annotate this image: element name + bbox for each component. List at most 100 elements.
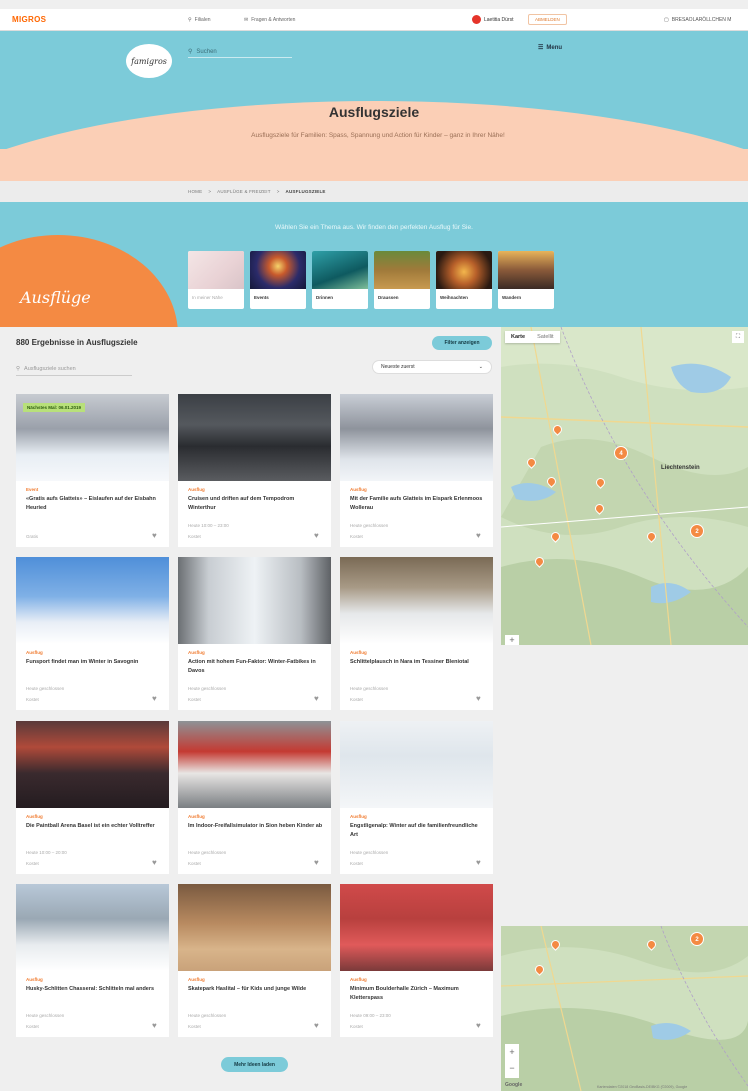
chevron-down-icon: ⌄ xyxy=(478,364,483,370)
filter-button[interactable]: Filter anzeigen xyxy=(432,336,492,350)
famigros-logo[interactable]: famigros xyxy=(126,44,172,78)
result-card[interactable]: Ausflug Cruisen und driften auf dem Temp… xyxy=(178,394,331,547)
migros-logo[interactable]: MIGROS xyxy=(12,15,46,24)
card-image xyxy=(340,394,493,481)
heart-icon[interactable]: ♥ xyxy=(476,1021,481,1030)
theme-tile-image xyxy=(188,251,244,289)
result-card[interactable]: Ausflug Minimum Boulderhalle Zürich – Ma… xyxy=(340,884,493,1037)
heart-icon[interactable]: ♥ xyxy=(152,1021,157,1030)
results-map[interactable]: Karte Satellit ⛶ Liechtenstein 4 2 + xyxy=(501,327,748,645)
card-category: Ausflug xyxy=(26,650,43,655)
result-card[interactable]: Ausflug Schlittelplausch in Nara im Tess… xyxy=(340,557,493,710)
result-card[interactable]: Nächstes Mal: 06.01.2019 Event «Gratis a… xyxy=(16,394,169,547)
user-profile[interactable]: Laetitia Dürst xyxy=(472,15,513,24)
faq-label: Fragen & Antworten xyxy=(251,17,296,23)
map-cluster[interactable]: 2 xyxy=(690,932,704,946)
theme-tile-christmas[interactable]: Weihnachten xyxy=(436,251,492,309)
card-image xyxy=(340,721,493,808)
theme-tile-label: Drinnen xyxy=(316,295,334,300)
result-card[interactable]: Ausflug Mit der Familie aufs Glatteis im… xyxy=(340,394,493,547)
location-pin-icon: ⚲ xyxy=(188,17,192,23)
card-title: Cruisen und driften auf dem Tempodrom Wi… xyxy=(188,496,295,511)
load-more-button[interactable]: Mehr Ideen laden xyxy=(221,1057,288,1072)
filialen-link[interactable]: ⚲ Filialen xyxy=(188,17,211,23)
theme-tile-hiking[interactable]: Wandern xyxy=(498,251,554,309)
cart-link[interactable]: ▢ BRESAOLARÖLLCHEN M xyxy=(664,17,731,23)
breadcrumb-home[interactable]: HOME xyxy=(188,189,202,194)
card-price: Kostet xyxy=(188,861,201,866)
card-price: Kostet xyxy=(188,697,201,702)
card-title: Skatepark Haslital – für Kids und junge … xyxy=(188,986,307,992)
heart-icon[interactable]: ♥ xyxy=(152,694,157,703)
heart-icon[interactable]: ♥ xyxy=(152,531,157,540)
result-card[interactable]: Ausflug Action mit hohem Fun-Faktor: Win… xyxy=(178,557,331,710)
card-title: Die Paintball Arena Basel ist ein echter… xyxy=(26,823,155,829)
zoom-in-button[interactable]: + xyxy=(505,1044,519,1060)
card-image xyxy=(178,557,331,644)
results-search-input[interactable]: ⚲ Ausflugsziele suchen xyxy=(16,362,132,376)
heart-icon[interactable]: ♥ xyxy=(314,531,319,540)
card-opening-hours: Heute geschlossen xyxy=(188,850,227,855)
card-title: Action mit hohem Fun-Faktor: Winter-Fatb… xyxy=(188,659,316,674)
breadcrumb-ausfluege[interactable]: AUSFLÜGE & FREIZEIT xyxy=(217,189,271,194)
card-category: Event xyxy=(26,487,39,492)
hero-peach-fill xyxy=(0,149,748,181)
fullscreen-icon[interactable]: ⛶ xyxy=(732,331,744,343)
site-search[interactable]: ⚲ Suchen xyxy=(188,46,292,58)
card-opening-hours: Heute geschlossen xyxy=(188,686,227,691)
theme-tiles: In meiner Nähe Events Drinnen Draussen W… xyxy=(188,251,554,309)
heart-icon[interactable]: ♥ xyxy=(314,694,319,703)
card-price: Gratis xyxy=(26,534,39,539)
card-price: Kostet xyxy=(350,1024,363,1029)
menu-button[interactable]: ☰ Menu xyxy=(538,44,562,52)
heart-icon[interactable]: ♥ xyxy=(476,858,481,867)
result-card[interactable]: Ausflug Engstligenalp: Winter auf die fa… xyxy=(340,721,493,874)
map-cluster[interactable]: 2 xyxy=(690,524,704,538)
card-opening-hours: Heute geschlossen xyxy=(350,523,389,528)
result-card[interactable]: Ausflug Husky-Schlitten Chasseral: Schli… xyxy=(16,884,169,1037)
theme-tile-events[interactable]: Events xyxy=(250,251,306,309)
map-tab-satellit[interactable]: Satellit xyxy=(531,331,560,343)
zoom-in-button[interactable]: + xyxy=(505,635,519,645)
theme-tile-label: Weihnachten xyxy=(440,295,468,300)
search-icon: ⚲ xyxy=(188,49,193,55)
theme-tile-indoor[interactable]: Drinnen xyxy=(312,251,368,309)
next-date-badge: Nächstes Mal: 06.01.2019 xyxy=(23,403,86,412)
faq-link[interactable]: ✉ Fragen & Antworten xyxy=(244,17,295,23)
result-card[interactable]: Ausflug Skatepark Haslital – für Kids un… xyxy=(178,884,331,1037)
breadcrumb-separator: > xyxy=(208,189,212,194)
ausfluege-script-label: Ausflüge xyxy=(20,288,91,307)
map-terrain xyxy=(501,327,748,645)
map-cluster[interactable]: 4 xyxy=(614,446,628,460)
result-card[interactable]: Ausflug Funsport findet man im Winter in… xyxy=(16,557,169,710)
theme-tile-image xyxy=(250,251,306,289)
heart-icon[interactable]: ♥ xyxy=(152,858,157,867)
logout-button[interactable]: ABMELDEN xyxy=(528,14,567,25)
card-category: Ausflug xyxy=(188,650,205,655)
card-opening-hours: Heute 09:00 – 23:00 xyxy=(350,1013,391,1018)
heart-icon[interactable]: ♥ xyxy=(314,858,319,867)
theme-tile-outdoor[interactable]: Draussen xyxy=(374,251,430,309)
cart-label: BRESAOLARÖLLCHEN M xyxy=(671,17,732,23)
orange-blob xyxy=(0,235,178,327)
heart-icon[interactable]: ♥ xyxy=(314,1021,319,1030)
result-card[interactable]: Ausflug Die Paintball Arena Basel ist ei… xyxy=(16,721,169,874)
theme-tile-label: In meiner Nähe xyxy=(192,295,223,300)
heart-icon[interactable]: ♥ xyxy=(476,531,481,540)
famigros-logo-text: famigros xyxy=(131,56,167,66)
card-opening-hours: Heute geschlossen xyxy=(188,1013,227,1018)
card-price: Kostet xyxy=(350,534,363,539)
zoom-out-button[interactable]: − xyxy=(505,1060,519,1076)
results-map-sticky[interactable]: 2 + − Google Kartendaten ©2018 GeoBasis-… xyxy=(501,926,748,1091)
map-tab-karte[interactable]: Karte xyxy=(505,331,531,343)
map-terrain xyxy=(501,926,748,1091)
zoom-control: + − xyxy=(505,1044,519,1078)
heart-icon[interactable]: ♥ xyxy=(476,694,481,703)
sort-select[interactable]: Neueste zuerst ⌄ xyxy=(372,360,492,374)
card-image xyxy=(16,721,169,808)
card-category: Ausflug xyxy=(26,977,43,982)
google-logo: Google xyxy=(505,1082,523,1088)
theme-tile-nearby[interactable]: In meiner Nähe xyxy=(188,251,244,309)
result-card[interactable]: Ausflug Im Indoor-Freifallsimulator in S… xyxy=(178,721,331,874)
chat-icon: ✉ xyxy=(244,17,249,23)
